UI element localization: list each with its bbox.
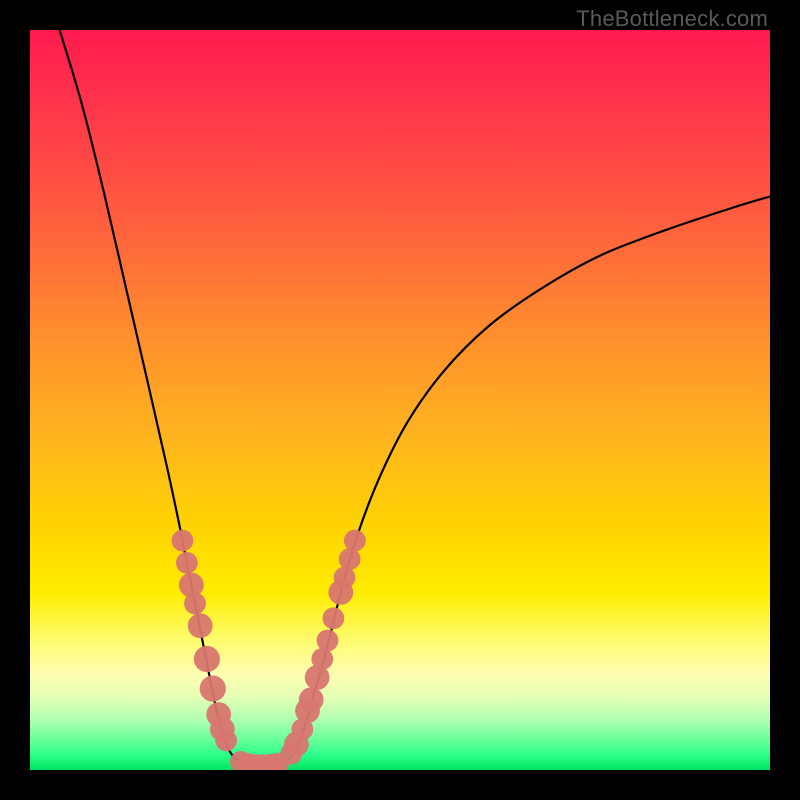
curve-marker: [339, 548, 361, 570]
curve-marker: [344, 530, 366, 552]
curve-marker: [317, 630, 339, 652]
plot-area: [30, 30, 770, 770]
curve-marker: [215, 730, 237, 752]
curve-marker: [184, 593, 206, 615]
curve-marker: [311, 648, 333, 670]
curve-markers: [172, 530, 366, 770]
curve-marker: [194, 646, 220, 672]
curve-marker: [172, 530, 194, 552]
curve-marker: [188, 613, 213, 638]
curve-marker: [323, 607, 345, 629]
curve-marker: [299, 687, 324, 712]
watermark-text: TheBottleneck.com: [576, 6, 768, 32]
curve-layer: [30, 30, 770, 770]
bottleneck-curve: [60, 30, 770, 766]
curve-marker: [334, 567, 356, 589]
curve-marker: [176, 552, 198, 574]
chart-frame: TheBottleneck.com: [0, 0, 800, 800]
curve-marker: [200, 675, 226, 701]
